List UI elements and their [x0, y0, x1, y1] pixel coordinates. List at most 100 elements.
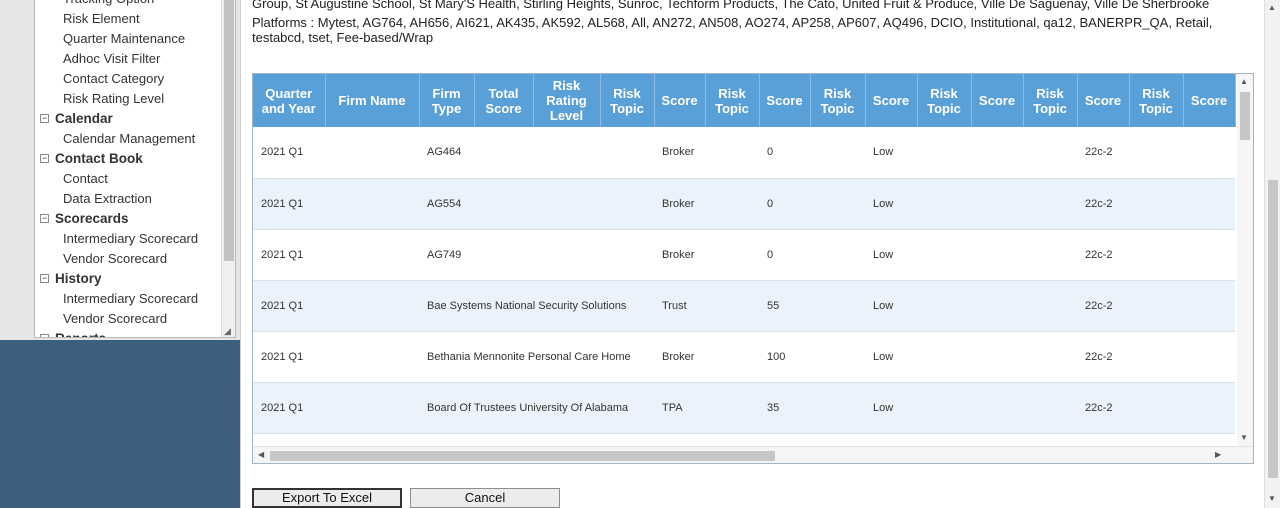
table-cell — [705, 331, 759, 383]
tree-group[interactable]: − Scorecards — [35, 209, 221, 229]
table-row[interactable]: 2021 Q1 AG749 Broker 0 Low 22c-2 — [253, 229, 1235, 281]
column-header[interactable]: Risk Topic — [917, 74, 972, 127]
column-header[interactable]: Score — [654, 74, 706, 127]
column-header[interactable]: Score — [865, 74, 918, 127]
column-header[interactable]: Risk Topic — [810, 74, 866, 127]
scroll-up-arrow-icon[interactable]: ▲ — [1240, 77, 1248, 86]
column-header[interactable]: Firm Name — [325, 74, 420, 127]
column-header[interactable]: Risk Topic — [1023, 74, 1078, 127]
table-cell — [971, 178, 1023, 230]
table-cell — [917, 331, 971, 383]
table-row[interactable]: 2021 Q1 Bethania Mennonite Personal Care … — [253, 331, 1235, 383]
collapse-toggle-icon[interactable]: − — [40, 334, 49, 337]
column-header[interactable]: Score — [971, 74, 1024, 127]
table-row[interactable]: 2021 Q1 AG464 Broker 0 Low 22c-2 — [253, 127, 1235, 179]
navigation-tree: Tracking Option Risk Element Quarter Maint… — [34, 0, 236, 338]
table-cell: 22c-2 — [1077, 229, 1129, 281]
table-cell — [1129, 127, 1183, 179]
table-cell: Broker — [654, 331, 705, 383]
collapse-toggle-icon[interactable]: − — [40, 114, 49, 123]
table-cell — [705, 382, 759, 434]
table-cell — [971, 331, 1023, 383]
tree-group[interactable]: − Calendar — [35, 109, 221, 129]
tree-item[interactable]: Quarter Maintenance — [35, 29, 221, 49]
page-scroll-up-arrow-icon[interactable]: ▲ — [1268, 3, 1276, 12]
table-cell: 0 — [759, 178, 810, 230]
tree-item[interactable]: Tracking Option — [35, 0, 221, 9]
scorecard-table: Quarter and Year Firm Name Firm Type Total … — [253, 74, 1236, 434]
table-cell: Bae Systems National Security Solutions — [419, 280, 626, 332]
grid-horizontal-scroll-thumb[interactable] — [270, 451, 775, 461]
tree-scrollbar-thumb[interactable] — [224, 0, 234, 261]
tree-item-label: Reports — [55, 331, 106, 337]
column-header[interactable]: Risk Topic — [705, 74, 760, 127]
tree-group[interactable]: − History — [35, 269, 221, 289]
tree-item[interactable]: Data Extraction — [35, 189, 221, 209]
collapse-toggle-icon[interactable]: − — [40, 154, 49, 163]
tree-scrollbar[interactable] — [221, 0, 235, 337]
table-cell — [917, 178, 971, 230]
collapse-toggle-icon[interactable]: − — [40, 274, 49, 283]
collapse-toggle-icon[interactable]: − — [40, 214, 49, 223]
page-scroll-down-arrow-icon[interactable]: ▼ — [1268, 494, 1276, 503]
firms-filter-text: Group, St Augustine School, St Mary'S He… — [252, 0, 1210, 11]
tree-item-label: Data Extraction — [63, 191, 152, 206]
scroll-left-arrow-icon[interactable]: ◀ — [258, 450, 264, 459]
tree-item[interactable]: Risk Rating Level — [35, 89, 221, 109]
column-header[interactable]: Firm Type — [419, 74, 475, 127]
table-cell — [810, 382, 865, 434]
table-row[interactable]: 2021 Q1 AG554 Broker 0 Low 22c-2 — [253, 178, 1235, 230]
scroll-right-arrow-icon[interactable]: ▶ — [1215, 450, 1221, 459]
column-header[interactable]: Score — [1077, 74, 1130, 127]
tree-item[interactable]: Intermediary Scorecard — [35, 229, 221, 249]
table-cell: AG554 — [419, 178, 474, 230]
cancel-button[interactable]: Cancel — [410, 488, 560, 508]
table-row[interactable]: 2021 Q1 Bae Systems National Security Sol… — [253, 280, 1235, 332]
table-cell — [1023, 280, 1077, 332]
tree-item[interactable]: Contact — [35, 169, 221, 189]
column-header[interactable]: Score — [1183, 74, 1236, 127]
column-header[interactable]: Risk Topic — [600, 74, 655, 127]
table-row[interactable]: 2021 Q1 Board Of Trustees University Of A… — [253, 382, 1235, 434]
tree-item[interactable]: Vendor Scorecard — [35, 309, 221, 329]
grid-horizontal-scrollbar[interactable]: ◀ ▶ — [253, 446, 1253, 463]
tree-item-label: Adhoc Visit Filter — [63, 51, 161, 66]
table-cell — [325, 280, 419, 332]
page-vertical-scrollbar[interactable]: ▲ ▼ — [1264, 0, 1280, 508]
tree-item[interactable]: Adhoc Visit Filter — [35, 49, 221, 69]
table-cell — [474, 178, 533, 230]
tree-item-label: Vendor Scorecard — [63, 251, 168, 266]
tree-item[interactable]: Risk Element — [35, 9, 221, 29]
column-header[interactable]: Total Score — [474, 74, 534, 127]
column-header[interactable]: Risk Rating Level — [533, 74, 601, 127]
tree-item[interactable]: Contact Category — [35, 69, 221, 89]
table-cell: Low — [865, 382, 917, 434]
column-header[interactable]: Quarter and Year — [253, 74, 326, 127]
column-header[interactable]: Risk Topic — [1129, 74, 1184, 127]
tree-item[interactable]: Intermediary Scorecard — [35, 289, 221, 309]
table-cell — [917, 229, 971, 281]
tree-group[interactable]: − Contact Book — [35, 149, 221, 169]
export-to-excel-button[interactable]: Export To Excel — [252, 488, 402, 508]
table-cell — [1183, 127, 1235, 179]
tree-item-label: Scorecards — [55, 211, 129, 226]
table-cell — [705, 229, 759, 281]
tree-item-label: Contact — [63, 171, 108, 186]
table-cell — [600, 127, 654, 179]
grid-vertical-scroll-thumb[interactable] — [1240, 92, 1250, 140]
grid-vertical-scrollbar[interactable]: ▲ ▼ — [1237, 74, 1253, 446]
tree-item[interactable]: Calendar Management — [35, 129, 221, 149]
table-cell: 2021 Q1 — [253, 178, 325, 230]
table-cell — [917, 382, 971, 434]
scroll-down-arrow-icon[interactable]: ▼ — [1240, 433, 1248, 442]
resize-grip-icon[interactable]: ◢ — [224, 326, 234, 336]
tree-item[interactable]: Vendor Scorecard — [35, 249, 221, 269]
table-cell — [971, 127, 1023, 179]
table-cell — [917, 127, 971, 179]
table-cell: 100 — [759, 331, 810, 383]
table-cell: 2021 Q1 — [253, 331, 325, 383]
page-scroll-thumb[interactable] — [1268, 180, 1278, 478]
table-cell: 55 — [759, 280, 810, 332]
tree-group[interactable]: − Reports — [35, 329, 221, 337]
column-header[interactable]: Score — [759, 74, 811, 127]
